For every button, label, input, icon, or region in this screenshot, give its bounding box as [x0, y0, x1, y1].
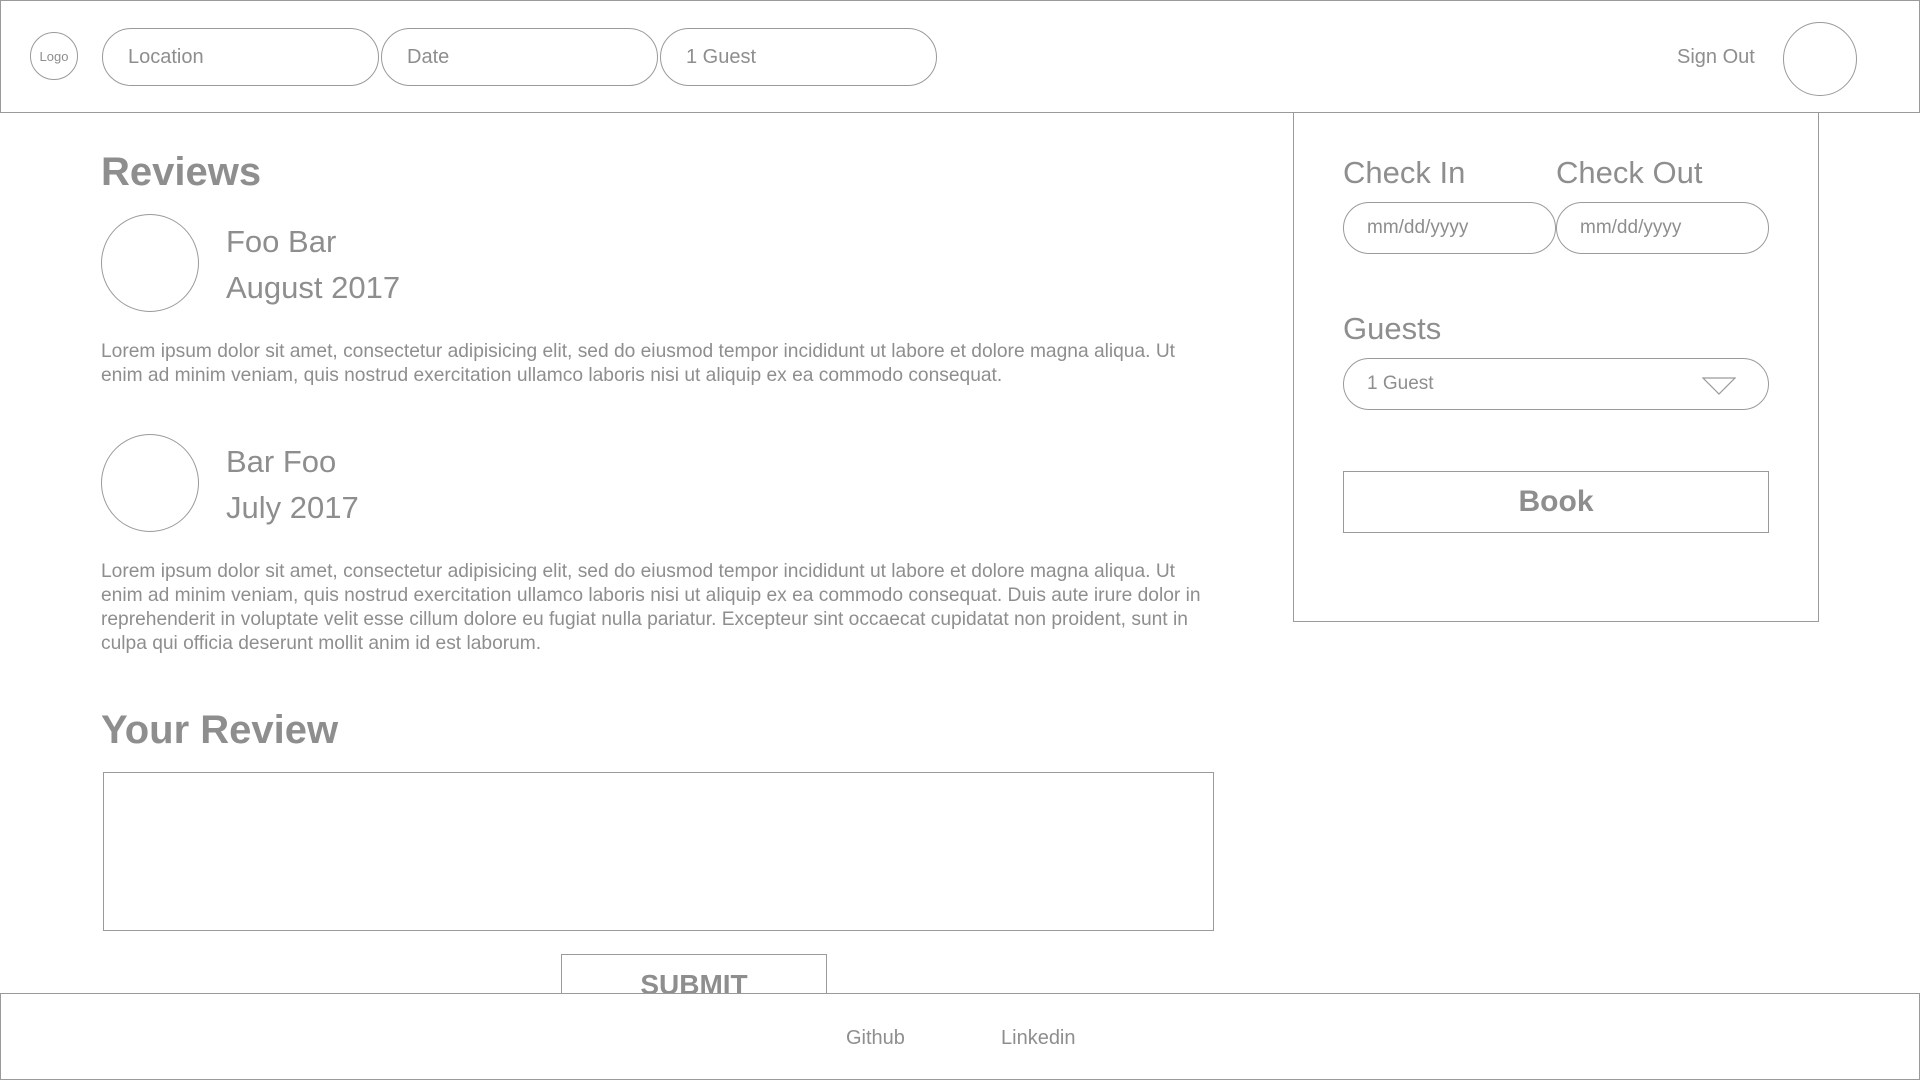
booking-panel: Check In Check Out mm/dd/yyyy mm/dd/yyyy… [1293, 112, 1819, 622]
review-textarea[interactable] [103, 772, 1214, 931]
footer: Github Linkedin [0, 993, 1920, 1080]
top-nav-bar: Logo Location Date 1 Guest Sign Out [0, 0, 1920, 113]
check-out-label: Check Out [1556, 155, 1703, 190]
location-search-field[interactable]: Location [102, 28, 379, 86]
check-out-input[interactable]: mm/dd/yyyy [1556, 202, 1769, 254]
chevron-down-icon[interactable] [1702, 377, 1736, 395]
reviewer-name: Bar Foo [226, 444, 337, 479]
check-in-label: Check In [1343, 155, 1466, 190]
linkedin-link[interactable]: Linkedin [1001, 1027, 1076, 1050]
book-button[interactable]: Book [1343, 471, 1769, 533]
reviewer-name: Foo Bar [226, 224, 337, 259]
review-text: Lorem ipsum dolor sit amet, consectetur … [101, 341, 1176, 386]
check-in-input[interactable]: mm/dd/yyyy [1343, 202, 1556, 254]
your-review-heading: Your Review [101, 708, 339, 752]
guests-label: Guests [1343, 311, 1442, 346]
guests-select-value: 1 Guest [1367, 373, 1434, 394]
github-link[interactable]: Github [846, 1027, 905, 1050]
date-search-field[interactable]: Date [381, 28, 658, 86]
review-date: July 2017 [226, 490, 359, 525]
page: Logo Location Date 1 Guest Sign Out Revi… [0, 0, 1920, 1080]
guest-search-field[interactable]: 1 Guest [660, 28, 937, 86]
user-avatar[interactable] [1783, 22, 1857, 96]
review-text: Lorem ipsum dolor sit amet, consectetur … [101, 561, 1201, 654]
reviewer-avatar [101, 434, 199, 532]
logo[interactable]: Logo [30, 32, 78, 80]
review-date: August 2017 [226, 270, 401, 305]
guests-select[interactable]: 1 Guest [1343, 358, 1769, 410]
sign-out-link[interactable]: Sign Out [1677, 46, 1755, 69]
reviewer-avatar [101, 214, 199, 312]
reviews-heading: Reviews [101, 150, 262, 194]
